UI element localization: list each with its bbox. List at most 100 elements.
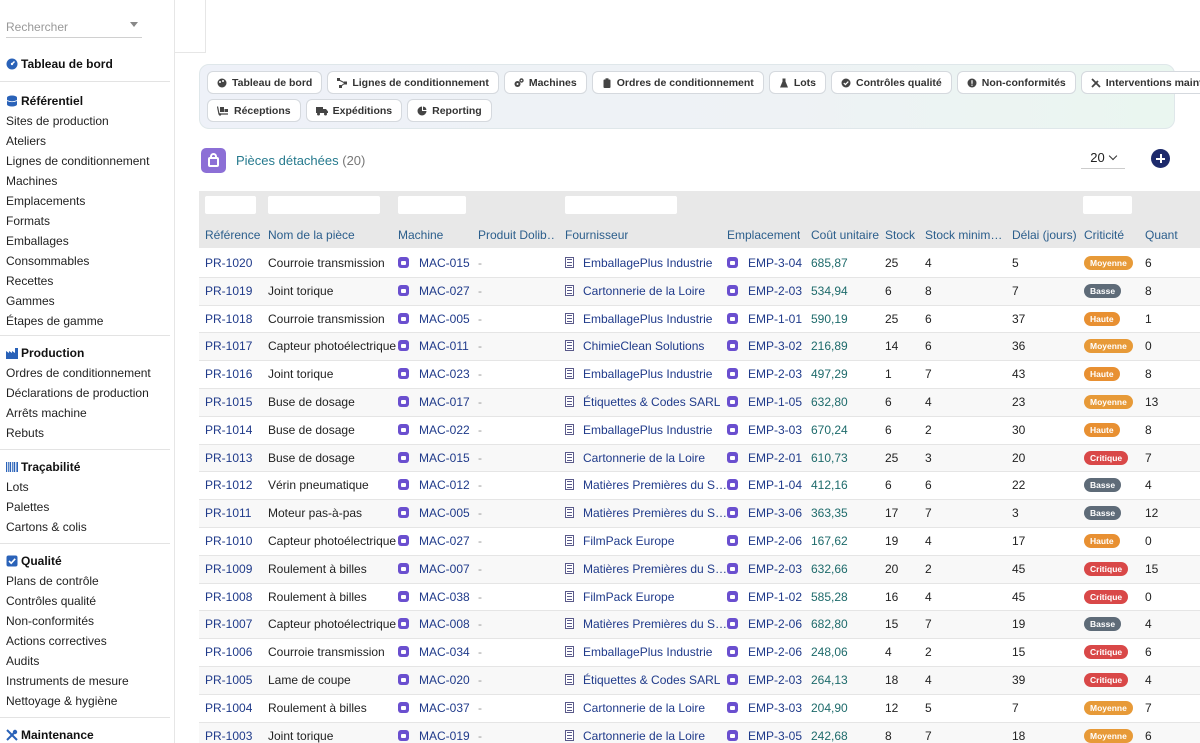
location-link[interactable]: EMP-3-04 xyxy=(748,256,802,270)
location-link[interactable]: EMP-1-05 xyxy=(748,395,802,409)
sidebar-item[interactable]: Déclarations de production xyxy=(0,383,170,403)
machine-link[interactable]: MAC-015 xyxy=(419,256,470,270)
supplier-link[interactable]: ChimieClean Solutions xyxy=(583,339,704,353)
filter-machine[interactable] xyxy=(398,196,466,214)
cell-reference-link[interactable]: PR-1006 xyxy=(205,639,252,666)
column-header[interactable]: Machine xyxy=(398,228,443,242)
menu-chip-lots[interactable]: Lots xyxy=(768,71,826,94)
supplier-link[interactable]: Cartonnerie de la Loire xyxy=(583,729,705,743)
supplier-link[interactable]: Cartonnerie de la Loire xyxy=(583,451,705,465)
table-row[interactable]: PR-1006 Courroie transmission MAC-034- Emba… xyxy=(199,639,1200,667)
supplier-link[interactable]: Matières Premières du S… xyxy=(583,617,727,631)
sidebar-item[interactable]: Non-conformités xyxy=(0,611,170,631)
supplier-link[interactable]: Matières Premières du S… xyxy=(583,478,727,492)
cell-reference-link[interactable]: PR-1020 xyxy=(205,250,252,277)
table-row[interactable]: PR-1019 Joint torique MAC-027- Cartonnerie … xyxy=(199,277,1200,306)
machine-link[interactable]: MAC-011 xyxy=(419,339,469,353)
location-link[interactable]: EMP-2-03 xyxy=(748,562,802,576)
sidebar-item[interactable]: Lignes de conditionnement xyxy=(0,151,170,171)
cell-reference-link[interactable]: PR-1018 xyxy=(205,306,252,333)
location-link[interactable]: EMP-3-03 xyxy=(748,701,802,715)
menu-chip-ordres-de-conditionnement[interactable]: Ordres de conditionnement xyxy=(591,71,764,94)
table-row[interactable]: PR-1013 Buse de dosage MAC-015- Cartonnerie… xyxy=(199,444,1200,473)
sidebar-item[interactable]: Contrôles qualité xyxy=(0,591,170,611)
location-link[interactable]: EMP-2-03 xyxy=(748,367,802,381)
table-row[interactable]: PR-1011 Moteur pas-à-pas MAC-005- Matières … xyxy=(199,500,1200,528)
location-link[interactable]: EMP-2-01 xyxy=(748,451,802,465)
table-row[interactable]: PR-1009 Roulement à billes MAC-007- Matière… xyxy=(199,555,1200,584)
column-header[interactable]: Délai (jours) xyxy=(1012,228,1077,242)
location-link[interactable]: EMP-2-03 xyxy=(748,284,802,298)
machine-link[interactable]: MAC-038 xyxy=(419,590,470,604)
table-row[interactable]: PR-1010 Capteur photoélectrique MAC-027- Fi… xyxy=(199,528,1200,556)
sidebar-item[interactable]: Lots xyxy=(0,477,170,497)
location-link[interactable]: EMP-3-06 xyxy=(748,506,802,520)
table-row[interactable]: PR-1015 Buse de dosage MAC-017- Étiquettes … xyxy=(199,389,1200,417)
machine-link[interactable]: MAC-017 xyxy=(419,395,470,409)
menu-chip-contr-les-qualit-[interactable]: Contrôles qualité xyxy=(830,71,952,94)
menu-chip-lignes-de-conditionnement[interactable]: Lignes de conditionnement xyxy=(327,71,499,94)
table-row[interactable]: PR-1020 Courroie transmission MAC-015- Emba… xyxy=(199,250,1200,278)
supplier-link[interactable]: EmballagePlus Industrie xyxy=(583,367,712,381)
supplier-link[interactable]: EmballagePlus Industrie xyxy=(583,423,712,437)
chevron-down-icon[interactable] xyxy=(130,22,138,27)
sidebar-section-title[interactable]: Maintenance xyxy=(0,725,170,743)
search-box[interactable] xyxy=(6,16,142,38)
table-row[interactable]: PR-1016 Joint torique MAC-023- EmballagePlu… xyxy=(199,361,1200,389)
machine-link[interactable]: MAC-034 xyxy=(419,645,470,659)
cell-reference-link[interactable]: PR-1013 xyxy=(205,445,252,472)
table-row[interactable]: PR-1017 Capteur photoélectrique MAC-011- Ch… xyxy=(199,333,1200,362)
cell-reference-link[interactable]: PR-1014 xyxy=(205,417,252,444)
location-link[interactable]: EMP-2-06 xyxy=(748,534,802,548)
supplier-link[interactable]: EmballagePlus Industrie xyxy=(583,312,712,326)
machine-link[interactable]: MAC-037 xyxy=(419,701,470,715)
machine-link[interactable]: MAC-012 xyxy=(419,478,470,492)
machine-link[interactable]: MAC-027 xyxy=(419,284,470,298)
supplier-link[interactable]: EmballagePlus Industrie xyxy=(583,256,712,270)
search-input[interactable] xyxy=(6,19,124,34)
menu-chip-interventions-maintenance[interactable]: Interventions maintenance xyxy=(1080,71,1200,94)
filter-supplier[interactable] xyxy=(565,196,677,214)
cell-reference-link[interactable]: PR-1015 xyxy=(205,389,252,416)
cell-reference-link[interactable]: PR-1004 xyxy=(205,695,252,722)
table-row[interactable]: PR-1005 Lame de coupe MAC-020- Étiquettes &… xyxy=(199,667,1200,695)
location-link[interactable]: EMP-2-06 xyxy=(748,617,802,631)
location-link[interactable]: EMP-1-02 xyxy=(748,590,802,604)
filter-reference[interactable] xyxy=(205,196,256,214)
supplier-link[interactable]: Étiquettes & Codes SARL xyxy=(583,395,720,409)
sidebar-item[interactable]: Ordres de conditionnement xyxy=(0,363,170,383)
column-header[interactable]: Criticité xyxy=(1084,228,1124,242)
machine-link[interactable]: MAC-020 xyxy=(419,673,470,687)
location-link[interactable]: EMP-1-04 xyxy=(748,478,802,492)
menu-chip-machines[interactable]: Machines xyxy=(503,71,587,94)
sidebar-section-title[interactable]: Référentiel xyxy=(0,91,170,111)
per-page-select[interactable]: 20 xyxy=(1081,147,1125,169)
supplier-link[interactable]: EmballagePlus Industrie xyxy=(583,645,712,659)
table-row[interactable]: PR-1007 Capteur photoélectrique MAC-008- Ma… xyxy=(199,611,1200,640)
sidebar-section-title[interactable]: Traçabilité xyxy=(0,457,170,477)
machine-link[interactable]: MAC-022 xyxy=(419,423,470,437)
column-header[interactable]: Quant xyxy=(1145,228,1178,242)
supplier-link[interactable]: Cartonnerie de la Loire xyxy=(583,284,705,298)
column-header[interactable]: Produit Dolib… xyxy=(478,228,556,242)
cell-reference-link[interactable]: PR-1011 xyxy=(205,500,251,527)
machine-link[interactable]: MAC-005 xyxy=(419,312,470,326)
sidebar-item[interactable]: Nettoyage & hygiène xyxy=(0,691,170,711)
sidebar-item[interactable]: Ateliers xyxy=(0,131,170,151)
sidebar-item[interactable]: Actions correctives xyxy=(0,631,170,651)
sidebar-item[interactable]: Plans de contrôle xyxy=(0,571,170,591)
sidebar-item[interactable]: Formats xyxy=(0,211,170,231)
menu-chip-reporting[interactable]: Reporting xyxy=(407,99,492,122)
supplier-link[interactable]: Étiquettes & Codes SARL xyxy=(583,673,720,687)
menu-chip-non-conformit-s[interactable]: Non-conformités xyxy=(956,71,1076,94)
table-row[interactable]: PR-1012 Vérin pneumatique MAC-012- Matières… xyxy=(199,472,1200,501)
cell-reference-link[interactable]: PR-1019 xyxy=(205,278,252,305)
sidebar-section-title[interactable]: Production xyxy=(0,343,170,363)
location-link[interactable]: EMP-1-01 xyxy=(748,312,802,326)
cell-reference-link[interactable]: PR-1003 xyxy=(205,723,252,743)
cell-reference-link[interactable]: PR-1007 xyxy=(205,611,252,638)
sidebar-section-title[interactable]: Qualité xyxy=(0,551,170,571)
machine-link[interactable]: MAC-008 xyxy=(419,617,470,631)
column-header[interactable]: Coût unitaire xyxy=(811,228,879,242)
table-row[interactable]: PR-1004 Roulement à billes MAC-037- Cartonn… xyxy=(199,694,1200,723)
